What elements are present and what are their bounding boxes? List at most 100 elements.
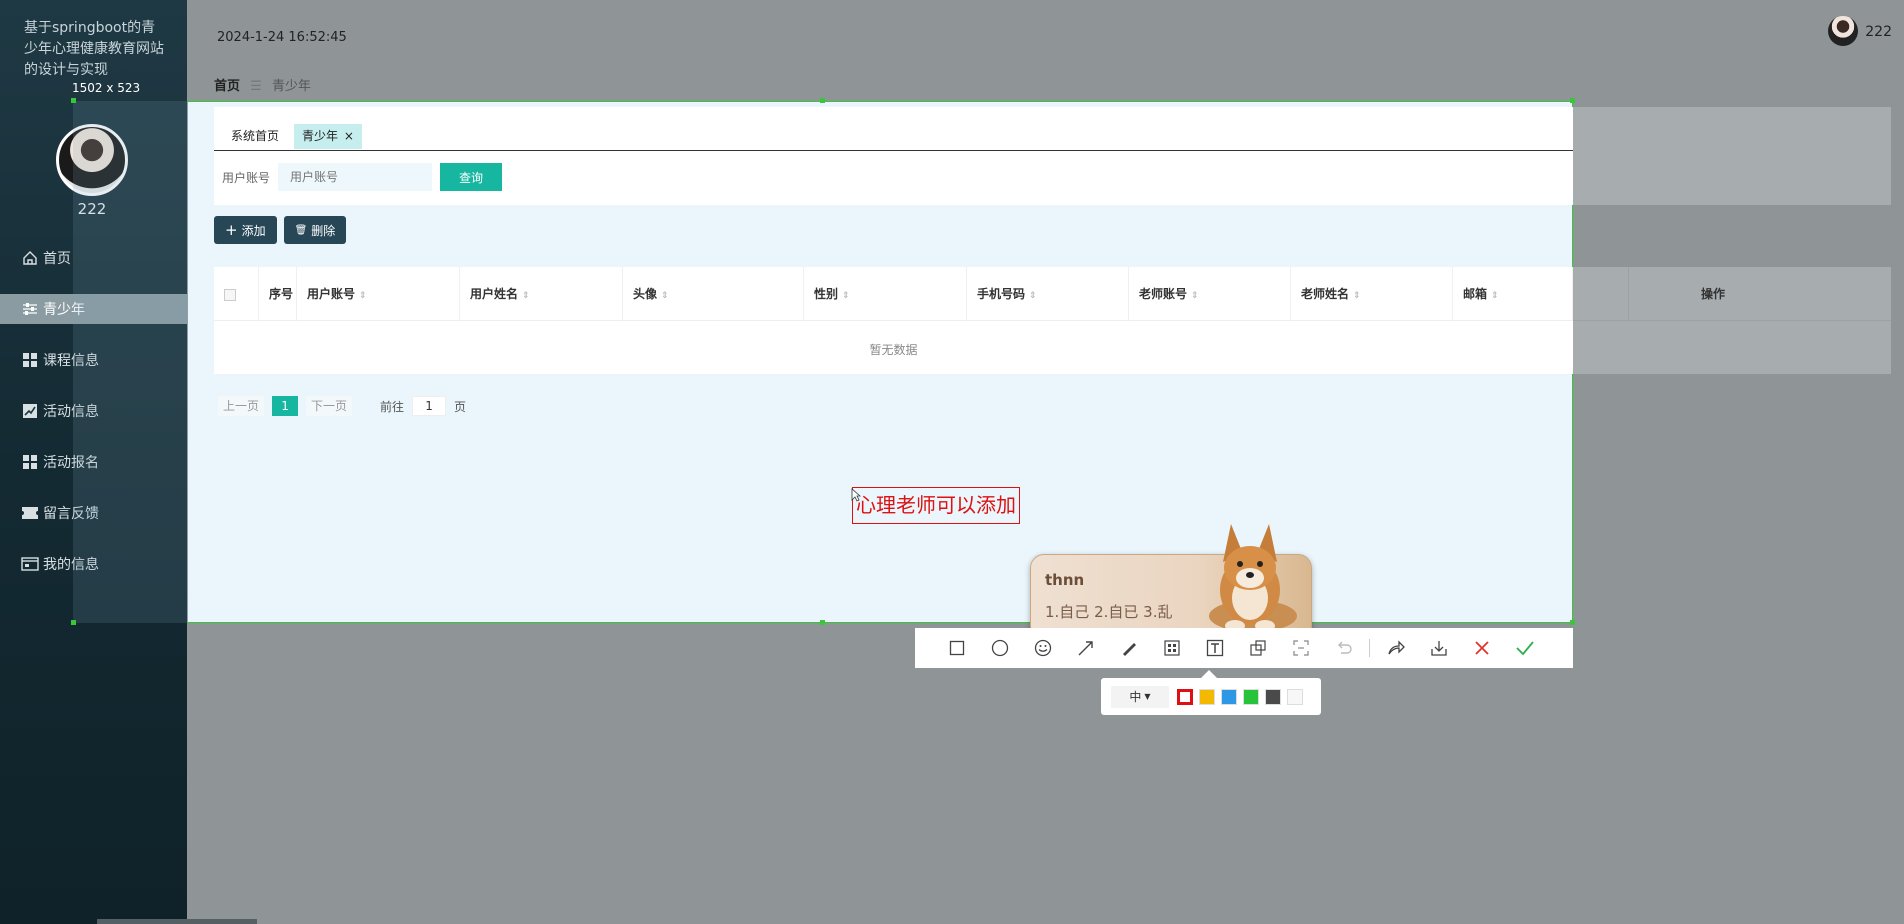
trash-icon: 🗑	[294, 224, 308, 236]
column-header[interactable]: 头像 ⇕	[623, 267, 804, 321]
header-datetime: 2024-1-24 16:52:45	[217, 30, 347, 45]
tab-system-home[interactable]: 系统首页	[223, 124, 287, 149]
sidebar-item-label: 我的信息	[43, 557, 99, 573]
sidebar-item-label: 活动信息	[43, 404, 99, 420]
column-label: 用户姓名	[470, 287, 519, 301]
selection-handle[interactable]	[820, 620, 825, 625]
header-avatar[interactable]	[1828, 16, 1858, 46]
sidebar-username: 222	[77, 200, 107, 218]
search-label: 用户账号	[222, 170, 271, 185]
chevron-down-icon: ▼	[1144, 692, 1151, 701]
column-header[interactable]: 邮箱 ⇕	[1453, 267, 1573, 321]
color-swatch-yellow[interactable]	[1199, 688, 1215, 705]
breadcrumb-current: 青少年	[271, 79, 311, 94]
close-icon[interactable]: ×	[344, 129, 354, 143]
delete-button[interactable]: 🗑 删除	[283, 216, 347, 244]
query-button[interactable]: 查询	[440, 163, 503, 191]
tabs-bar: 系统首页 青少年 ×	[214, 117, 1573, 151]
table-dimmed: 操作	[1573, 267, 1891, 374]
color-swatch-gray[interactable]	[1265, 688, 1281, 705]
rectangle-tool-icon[interactable]	[935, 628, 978, 668]
header-username[interactable]: 222	[1865, 24, 1892, 40]
download-icon[interactable]	[1417, 628, 1460, 668]
sort-icon[interactable]: ⇕	[1353, 291, 1361, 301]
page-number-current[interactable]: 1	[272, 396, 299, 416]
sort-icon[interactable]: ⇕	[1491, 291, 1499, 301]
column-header-actions: 操作	[1701, 287, 1726, 301]
sidebar-item-feedback[interactable]: 留言反馈	[0, 498, 187, 528]
column-label: 用户账号	[307, 287, 356, 301]
header: 2024-1-24 16:52:45 222	[187, 0, 1904, 62]
chart-icon	[20, 402, 40, 420]
grid-icon	[20, 453, 40, 471]
color-swatch-blue[interactable]	[1221, 688, 1237, 705]
sort-icon[interactable]: ⇕	[1191, 291, 1199, 301]
pagination: 上一页 1 下一页 前往 1 页	[218, 396, 466, 416]
share-icon[interactable]	[1374, 628, 1417, 668]
next-page-button[interactable]: 下一页	[306, 396, 353, 416]
ime-input-text: thnn	[1045, 571, 1085, 589]
sidebar-item-label: 青少年	[43, 302, 85, 318]
column-header[interactable]: 性别 ⇕	[804, 267, 967, 321]
tab-label: 青少年	[302, 129, 339, 143]
selection-handle[interactable]	[820, 98, 825, 103]
sidebar-item-youth[interactable]: 青少年	[0, 294, 187, 324]
sidebar-item-profile[interactable]: 我的信息	[0, 549, 187, 579]
pin-tool-icon[interactable]	[1236, 628, 1279, 668]
goto-page-input[interactable]: 1	[412, 396, 447, 416]
column-label: 老师账号	[1139, 287, 1188, 301]
sidebar-item-label: 留言反馈	[43, 506, 99, 522]
sort-icon[interactable]: ⇕	[1029, 291, 1037, 301]
arrow-tool-icon[interactable]	[1064, 628, 1107, 668]
tabs-card-dimmed	[1573, 107, 1891, 205]
goto-label: 前往	[380, 399, 405, 414]
undo-icon[interactable]	[1322, 628, 1365, 668]
selection-handle[interactable]	[1570, 98, 1575, 103]
mosaic-tool-icon[interactable]	[1150, 628, 1193, 668]
color-swatch-white[interactable]	[1287, 688, 1303, 705]
color-panel: 中 ▼	[1101, 678, 1321, 715]
emoji-tool-icon[interactable]	[1021, 628, 1064, 668]
mouse-cursor-icon	[851, 488, 862, 502]
cancel-icon[interactable]	[1460, 628, 1503, 668]
column-header[interactable]: 用户账号 ⇕	[297, 267, 460, 321]
selection-handle[interactable]	[71, 620, 76, 625]
sidebar-item-signup[interactable]: 活动报名	[0, 447, 187, 477]
pen-tool-icon[interactable]	[1107, 628, 1150, 668]
sort-icon[interactable]: ⇕	[522, 291, 530, 301]
sidebar-item-activities[interactable]: 活动信息	[0, 396, 187, 426]
tab-youth[interactable]: 青少年 ×	[294, 124, 362, 149]
color-swatch-red[interactable]	[1177, 688, 1193, 705]
add-button[interactable]: + 添加	[214, 216, 277, 244]
confirm-icon[interactable]	[1503, 628, 1546, 668]
sidebar-item-courses[interactable]: 课程信息	[0, 345, 187, 375]
action-buttons: + 添加 🗑 删除	[214, 216, 353, 244]
selection-handle[interactable]	[71, 98, 76, 103]
text-tool-icon[interactable]	[1193, 628, 1236, 668]
prev-page-button[interactable]: 上一页	[218, 396, 265, 416]
horizontal-scrollbar[interactable]	[97, 919, 257, 924]
ocr-tool-icon[interactable]	[1279, 628, 1322, 668]
sort-icon[interactable]: ⇕	[359, 291, 367, 301]
sort-icon[interactable]: ⇕	[842, 291, 850, 301]
search-row: 用户账号 查询	[222, 163, 503, 191]
sort-icon[interactable]: ⇕	[661, 291, 669, 301]
font-size-value: 中	[1129, 690, 1142, 704]
breadcrumb-home[interactable]: 首页	[214, 79, 240, 94]
select-all-checkbox[interactable]	[224, 288, 236, 301]
ellipse-tool-icon[interactable]	[978, 628, 1021, 668]
sidebar-menu: 首页 青少年 课程信息 活动信息 活动报名 留言反馈 我的信息	[0, 243, 187, 600]
annotation-text-box[interactable]: 心理老师可以添加	[852, 487, 1020, 524]
column-header[interactable]: 手机号码 ⇕	[967, 267, 1129, 321]
column-header[interactable]: 老师账号 ⇕	[1129, 267, 1291, 321]
sidebar: 基于springboot的青少年心理健康教育网站的设计与实现 222 首页 青少…	[0, 0, 187, 924]
plus-icon: +	[225, 221, 238, 239]
selection-handle[interactable]	[1570, 620, 1575, 625]
search-input[interactable]	[278, 163, 433, 191]
color-swatch-green[interactable]	[1243, 688, 1259, 705]
column-header[interactable]: 老师姓名 ⇕	[1291, 267, 1453, 321]
column-header[interactable]: 用户姓名 ⇕	[460, 267, 623, 321]
font-size-select[interactable]: 中 ▼	[1111, 685, 1169, 708]
ime-candidates[interactable]: 1.自己 2.自已 3.乱	[1045, 601, 1172, 622]
sidebar-item-home[interactable]: 首页	[0, 243, 187, 273]
